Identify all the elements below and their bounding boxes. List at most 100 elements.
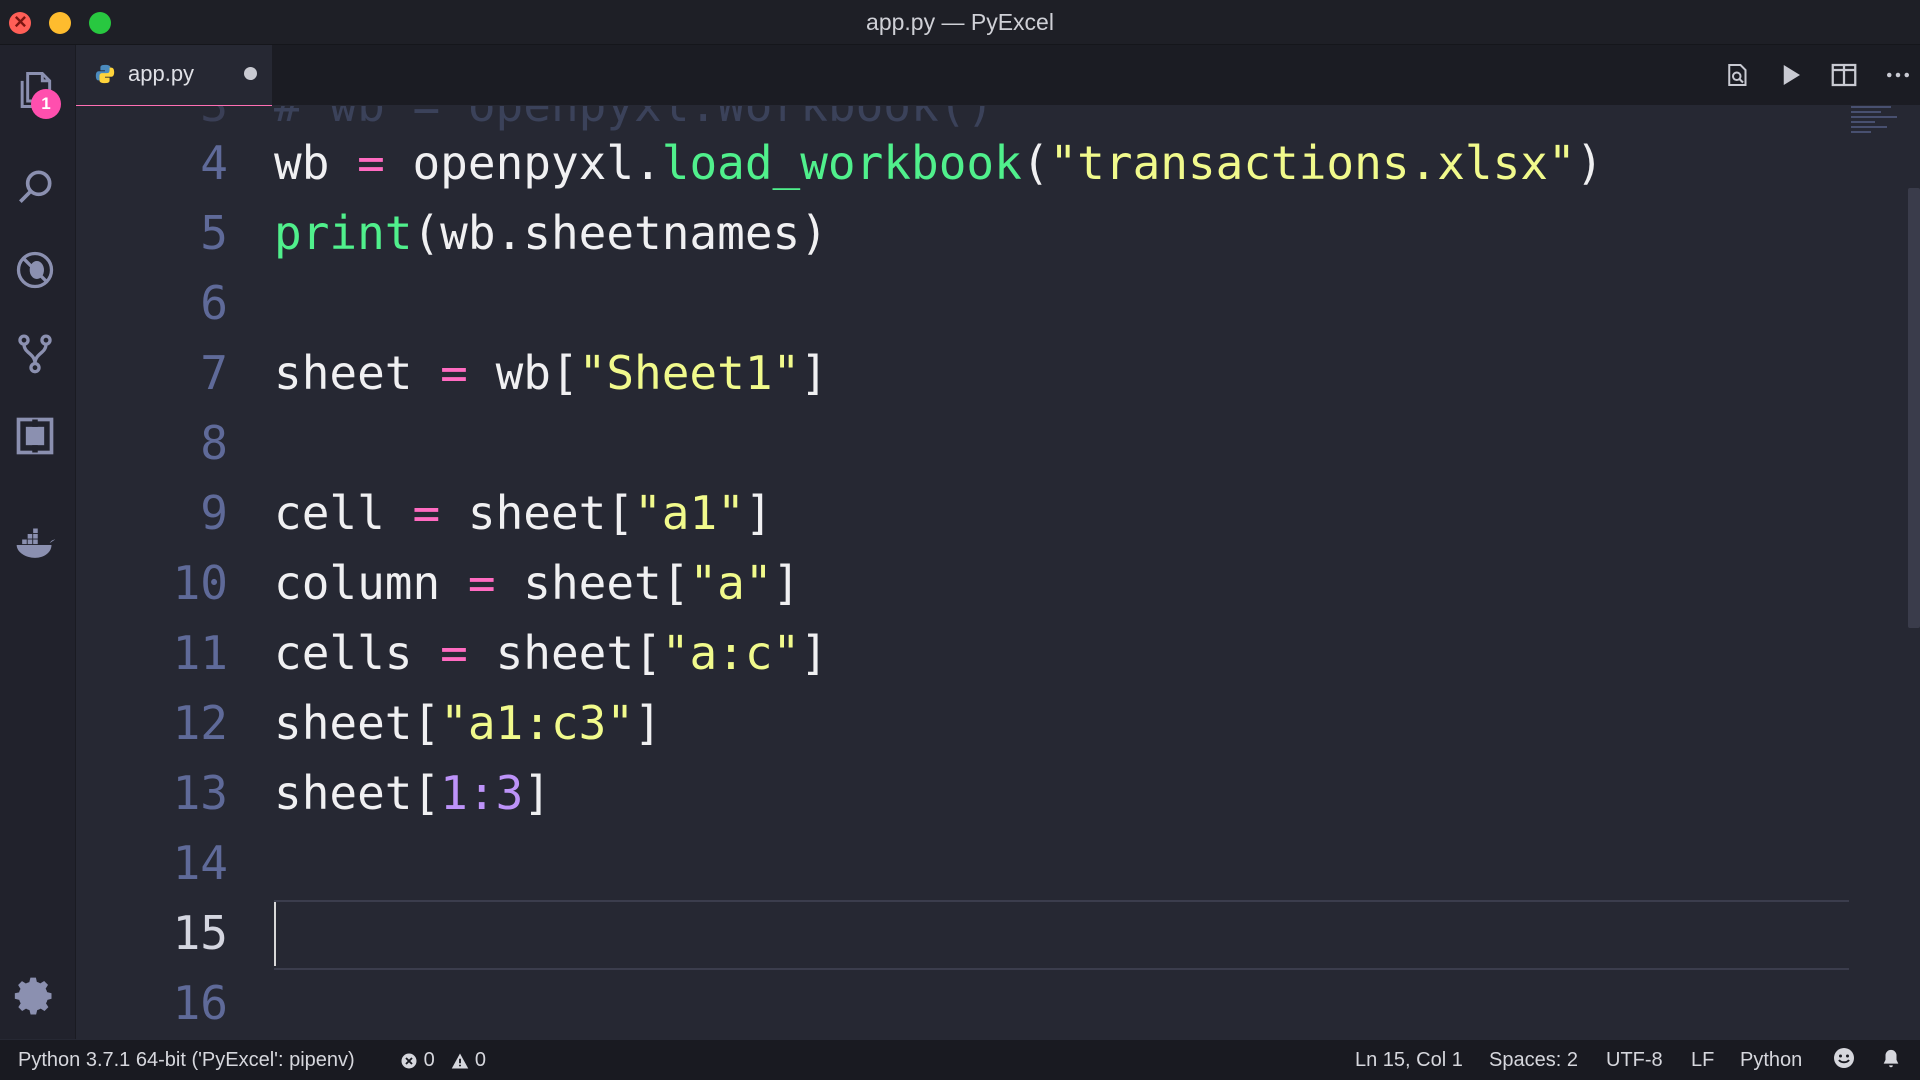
code-token: "a" bbox=[689, 556, 773, 610]
language-mode[interactable]: Python bbox=[1740, 1040, 1802, 1080]
line-number: 5 bbox=[200, 206, 228, 260]
code-token: = bbox=[412, 486, 441, 540]
line-number: 14 bbox=[172, 836, 228, 890]
code-token: sheet[ bbox=[274, 766, 441, 820]
line-number: 7 bbox=[200, 346, 228, 400]
code-token: "a1:c3" bbox=[440, 696, 635, 750]
code-token: openpyxl. bbox=[384, 136, 662, 190]
code-token: cells bbox=[274, 626, 441, 680]
code-token: wb[ bbox=[467, 346, 579, 400]
encoding[interactable]: UTF-8 bbox=[1606, 1040, 1663, 1080]
line-number: 8 bbox=[200, 416, 228, 470]
line-number: 15 bbox=[172, 906, 228, 960]
line-number: 11 bbox=[172, 626, 228, 680]
run-icon[interactable] bbox=[1772, 57, 1808, 93]
window-title: app.py — PyExcel bbox=[866, 9, 1054, 35]
code-token: 3 bbox=[495, 766, 524, 820]
code-text: sheet["a1:c3"] bbox=[274, 688, 662, 758]
activity-bar: 1 bbox=[0, 45, 76, 1039]
title-bar: app.py — PyExcel bbox=[0, 0, 1920, 45]
current-line-highlight bbox=[274, 900, 1849, 970]
editor-window: app.py — PyExcel 1 bbox=[0, 0, 1920, 1080]
open-preview-icon[interactable] bbox=[1720, 57, 1756, 93]
python-interpreter[interactable]: Python 3.7.1 64-bit ('PyExcel': pipenv) bbox=[18, 1040, 355, 1080]
code-text: cells = sheet["a:c"] bbox=[274, 618, 828, 688]
code-token: ( bbox=[1021, 136, 1050, 190]
line-number: 12 bbox=[172, 696, 228, 750]
end-of-line[interactable]: LF bbox=[1691, 1040, 1714, 1080]
code-token: ] bbox=[523, 766, 551, 820]
status-bar: Python 3.7.1 64-bit ('PyExcel': pipenv) … bbox=[0, 1040, 1920, 1080]
code-token: ] bbox=[800, 346, 828, 400]
code-text: cell = sheet["a1"] bbox=[274, 478, 773, 548]
code-token: "a:c" bbox=[661, 626, 801, 680]
line-number: 9 bbox=[200, 486, 228, 540]
code-token: ] bbox=[744, 486, 773, 540]
code-token: = bbox=[440, 626, 468, 680]
code-line[interactable]: 16 bbox=[76, 968, 1876, 1038]
line-number: 6 bbox=[200, 276, 228, 330]
cursor-position[interactable]: Ln 15, Col 1 bbox=[1355, 1040, 1463, 1080]
text-cursor bbox=[274, 902, 276, 966]
code-line[interactable]: 6 bbox=[76, 268, 1876, 338]
line-number: 13 bbox=[172, 766, 228, 820]
search-icon[interactable] bbox=[10, 162, 60, 212]
code-token: column bbox=[274, 556, 468, 610]
code-line[interactable]: 5 print(wb.sheetnames) bbox=[76, 198, 1876, 268]
line-number: 4 bbox=[200, 136, 228, 190]
code-text: sheet = wb["Sheet1"] bbox=[274, 338, 828, 408]
tab-bar: app.py bbox=[76, 45, 1920, 107]
extensions-icon[interactable] bbox=[10, 411, 60, 461]
code-token: load_workbook bbox=[661, 136, 1022, 190]
code-token: (wb.sheetnames) bbox=[412, 206, 828, 260]
code-token: "a1" bbox=[634, 486, 745, 540]
explorer-badge: 1 bbox=[31, 89, 61, 119]
code-line[interactable]: 11 cells = sheet["a:c"] bbox=[76, 618, 1876, 688]
feedback-smiley-icon[interactable] bbox=[1832, 1040, 1856, 1080]
line-number: 10 bbox=[172, 556, 228, 610]
warning-count: 0 bbox=[474, 1049, 487, 1071]
code-line[interactable]: 4 wb = openpyxl.load_workbook("transactio… bbox=[76, 128, 1876, 198]
code-token: ] bbox=[772, 556, 801, 610]
code-line[interactable]: 12 sheet["a1:c3"] bbox=[76, 688, 1876, 758]
code-token: ] bbox=[800, 626, 828, 680]
tab-app-py[interactable]: app.py bbox=[76, 45, 272, 107]
code-text: column = sheet["a"] bbox=[274, 548, 800, 618]
line-number: 16 bbox=[172, 976, 228, 1030]
code-token: : bbox=[467, 766, 496, 820]
code-token: wb bbox=[274, 136, 358, 190]
code-line[interactable]: 9 cell = sheet["a1"] bbox=[76, 478, 1876, 548]
debug-icon[interactable] bbox=[10, 245, 60, 295]
source-control-icon[interactable] bbox=[10, 328, 60, 378]
code-line[interactable]: 10 column = sheet["a"] bbox=[76, 548, 1876, 618]
code-text: print(wb.sheetnames) bbox=[274, 198, 828, 268]
code-editor[interactable]: 3 # wb = openpyxl.Workbook() 4wb = openp… bbox=[76, 106, 1920, 1040]
code-line[interactable]: 8 bbox=[76, 408, 1876, 478]
minimap[interactable] bbox=[1851, 106, 1901, 146]
code-line[interactable]: 7 sheet = wb["Sheet1"] bbox=[76, 338, 1876, 408]
scrollbar-thumb[interactable] bbox=[1908, 188, 1920, 628]
code-line[interactable]: 14 bbox=[76, 828, 1876, 898]
error-count: 0 bbox=[423, 1049, 435, 1071]
problems-indicator[interactable]: 0 0 bbox=[400, 1040, 486, 1080]
code-token: = bbox=[440, 346, 468, 400]
more-actions-icon[interactable] bbox=[1880, 57, 1916, 93]
python-icon bbox=[95, 64, 115, 84]
code-token: sheet[ bbox=[495, 556, 690, 610]
code-token: print bbox=[274, 206, 413, 260]
gear-icon[interactable] bbox=[10, 971, 60, 1021]
docker-icon[interactable] bbox=[10, 520, 60, 570]
code-token: = bbox=[467, 556, 496, 610]
code-text: wb = openpyxl.load_workbook("transaction… bbox=[274, 128, 1603, 198]
code-token: "Sheet1" bbox=[578, 346, 801, 400]
code-token: "transactions.xlsx" bbox=[1049, 136, 1576, 190]
unsaved-dot-icon[interactable] bbox=[244, 67, 257, 80]
code-text: sheet[1:3] bbox=[274, 758, 551, 828]
indentation[interactable]: Spaces: 2 bbox=[1489, 1040, 1578, 1080]
code-line[interactable]: 13 sheet[1:3] bbox=[76, 758, 1876, 828]
code-token: ) bbox=[1575, 136, 1604, 190]
notifications-bell-icon[interactable] bbox=[1880, 1040, 1902, 1080]
tab-label: app.py bbox=[128, 61, 195, 86]
split-editor-icon[interactable] bbox=[1826, 57, 1862, 93]
code-token: sheet[ bbox=[440, 486, 635, 540]
